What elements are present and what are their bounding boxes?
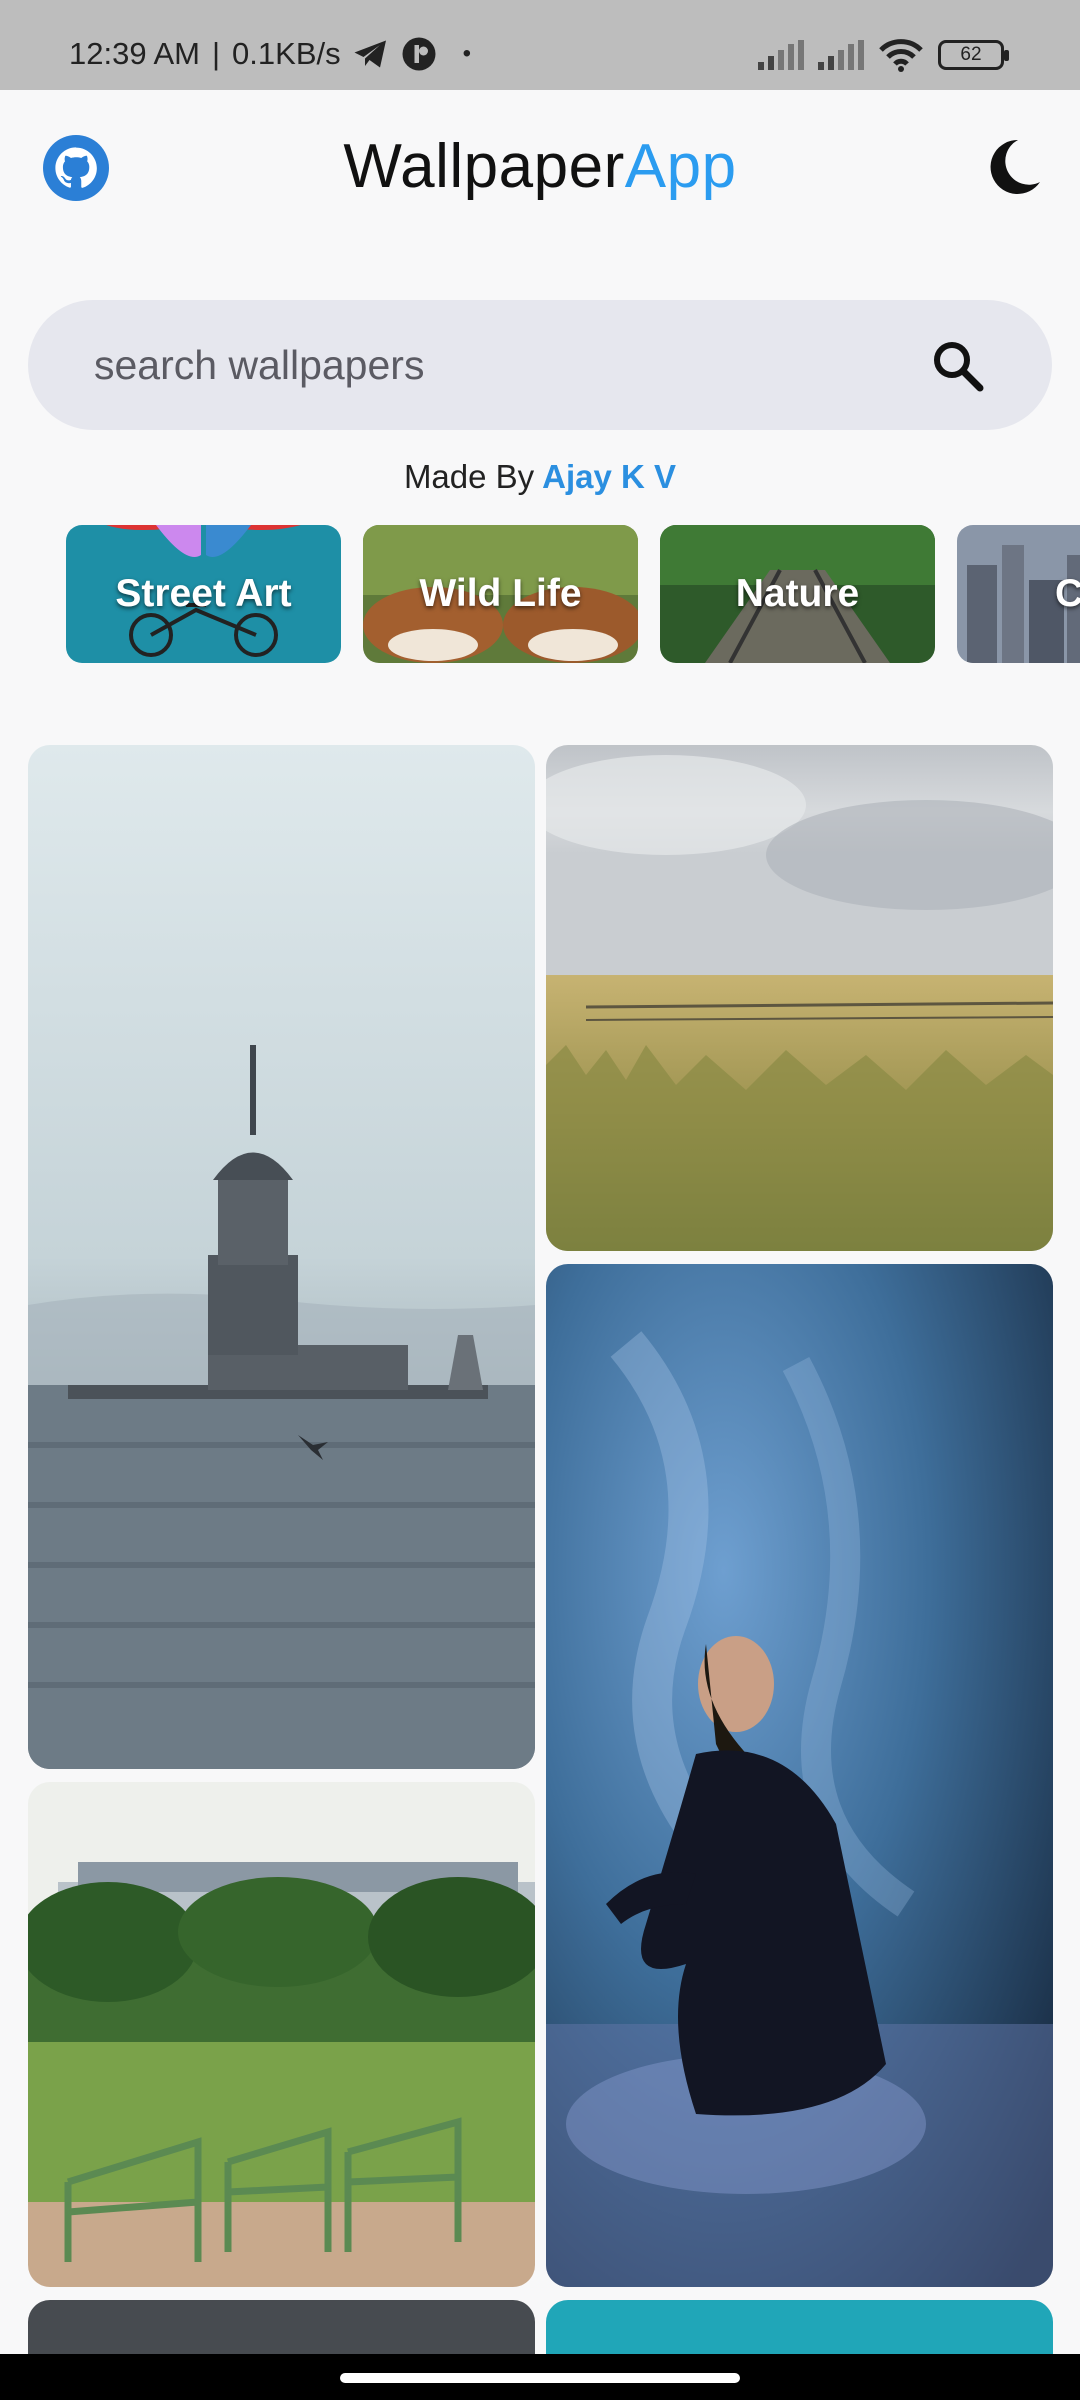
search-icon[interactable] <box>930 338 986 394</box>
category-list: Street Art Wild Life Nature C <box>66 525 1080 665</box>
app-title: WallpaperApp <box>0 131 1080 202</box>
wallpaper-image <box>546 1264 1053 2287</box>
wallpaper-tile-park[interactable] <box>28 1782 535 2287</box>
more-notifications-dot: • <box>462 40 472 67</box>
status-time: 12:39 AM <box>69 36 200 71</box>
app-title-accent: App <box>624 132 737 201</box>
category-city[interactable]: C <box>957 525 1080 663</box>
wallpaper-tile-lighthouse[interactable] <box>28 745 535 1769</box>
category-nature[interactable]: Nature <box>660 525 935 663</box>
credit-prefix: Made By <box>403 458 535 495</box>
signal-icon-1 <box>758 40 804 70</box>
wallpaper-image <box>546 745 1053 1251</box>
status-bar: 12:39 AM | 0.1KB/s • 62 <box>0 0 1080 90</box>
credit-line: Made By Ajay K V <box>0 458 1080 496</box>
battery-icon: 62 <box>938 40 1009 70</box>
category-label: Nature <box>735 572 860 615</box>
telegram-icon <box>354 40 386 68</box>
category-label: C <box>1055 572 1080 615</box>
status-right: 62 <box>758 38 1009 72</box>
category-label: Street Art <box>115 572 292 615</box>
home-gesture-handle[interactable] <box>340 2373 740 2383</box>
category-street-art[interactable]: Street Art <box>66 525 341 663</box>
status-left: 12:39 AM | 0.1KB/s • <box>69 36 472 71</box>
battery-level: 62 <box>960 44 982 65</box>
wifi-icon <box>879 39 923 72</box>
wallpaper-tile-blue-portrait[interactable] <box>546 1264 1053 2287</box>
dark-mode-toggle-icon[interactable] <box>988 138 1042 196</box>
search-bar <box>28 300 1052 430</box>
signal-icon-2 <box>818 40 864 70</box>
network-speed: 0.1KB/s <box>232 36 341 71</box>
author-link[interactable]: Ajay K V <box>542 458 676 495</box>
category-label: Wild Life <box>419 572 582 615</box>
app-notification-icon <box>402 37 436 71</box>
category-wild-life[interactable]: Wild Life <box>363 525 638 663</box>
system-navigation-bar <box>0 2354 1080 2400</box>
wallpaper-image <box>28 745 535 1769</box>
search-input[interactable] <box>94 300 914 430</box>
wallpaper-tile-grass-field[interactable] <box>546 745 1053 1251</box>
app-title-primary: Wallpaper <box>343 132 625 201</box>
wallpaper-image <box>28 1782 535 2287</box>
